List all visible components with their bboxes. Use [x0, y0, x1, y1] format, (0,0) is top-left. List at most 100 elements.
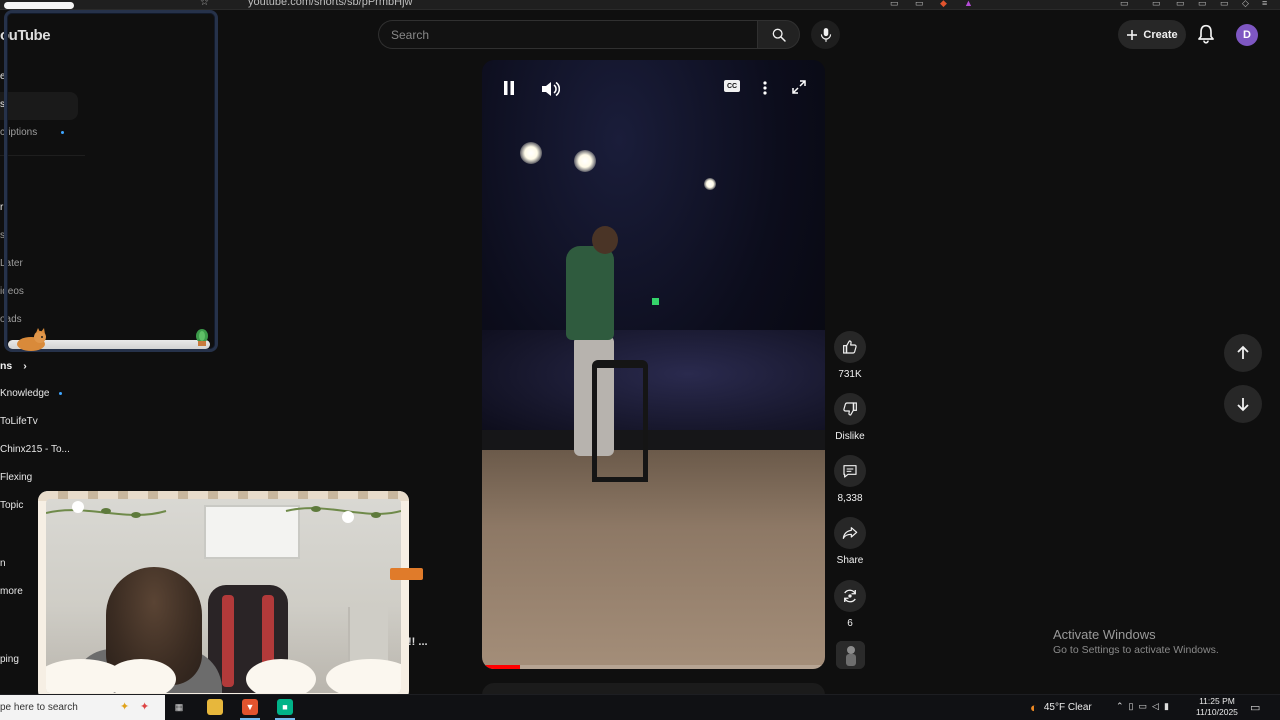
remix-button[interactable]	[834, 580, 866, 612]
tray-expand-icon[interactable]: ⌃	[1116, 701, 1124, 712]
brave-shield-icon[interactable]: ◆	[940, 0, 947, 9]
address-bar[interactable]: youtube.com/shorts/sb/pPrmbHjw	[248, 0, 412, 8]
channel-avatar-icon	[836, 641, 865, 669]
comments-action[interactable]: 8,338	[834, 455, 866, 504]
voice-search-button[interactable]	[811, 20, 840, 49]
create-label: Create	[1143, 28, 1178, 41]
shorts-player[interactable]: CC	[482, 60, 825, 669]
bookmark-icon[interactable]: ☆	[200, 0, 209, 8]
microphone-icon[interactable]: ▮	[1164, 701, 1169, 712]
tray-app-icon[interactable]: ▯	[1129, 701, 1134, 712]
comedian-head	[592, 226, 618, 254]
menu-icon[interactable]: ≡	[1262, 0, 1267, 8]
overlay-text: !! ...	[408, 636, 428, 648]
weather-icon: ◐	[1030, 700, 1038, 715]
gaming-chair-accent	[222, 595, 234, 687]
progress-track[interactable]	[482, 665, 825, 669]
pause-icon	[504, 81, 514, 95]
volume-button[interactable]	[540, 80, 560, 98]
share-action[interactable]: Share	[834, 517, 866, 566]
webcam-feed	[46, 499, 401, 693]
channel-item[interactable]: Flexing	[0, 472, 32, 483]
like-button[interactable]	[834, 331, 866, 363]
cat-sticker-icon	[17, 328, 46, 351]
speaker-icon[interactable]: ◁	[1152, 701, 1159, 712]
subscriptions-header[interactable]: ns ›	[0, 360, 27, 372]
arrow-up-icon	[1237, 345, 1249, 359]
more-options-button[interactable]	[762, 80, 768, 96]
remix-icon	[844, 589, 856, 603]
overlay-frame-decoration	[4, 2, 74, 9]
progress-bar[interactable]	[482, 665, 520, 669]
search-highlight-icon: ✦	[140, 701, 150, 713]
rewards-icon[interactable]: ▲	[964, 0, 973, 8]
system-tray[interactable]: ⌃ ▯ ▭ ◁ ▮	[1116, 701, 1169, 712]
network-icon[interactable]: ▭	[1139, 701, 1148, 712]
windows-taskbar: pe here to search ✦ ✦ ▦ ▼ ■ ◐ 45°F Clear…	[0, 694, 1280, 720]
show-more-item[interactable]: more	[0, 586, 23, 597]
taskbar-search-box[interactable]: pe here to search ✦ ✦	[0, 695, 165, 720]
like-action[interactable]: 731K	[834, 331, 866, 380]
search-button[interactable]	[757, 20, 800, 49]
plant-sticker-icon	[196, 329, 208, 346]
channel-item[interactable]: Knowledge	[0, 388, 63, 399]
sidebar-item-you[interactable]: r	[0, 202, 3, 213]
channel-item[interactable]: n	[0, 558, 6, 569]
extension-icon[interactable]: ▭	[890, 0, 899, 9]
account-avatar[interactable]: D	[1236, 24, 1258, 46]
microphone-icon	[820, 27, 831, 42]
search-highlight-icon: ✦	[120, 701, 130, 713]
brave-browser-icon[interactable]: ▼	[242, 699, 258, 715]
share-button[interactable]	[834, 517, 866, 549]
channel-item[interactable]: ToLifeTv	[0, 416, 38, 427]
more-vertical-icon	[763, 81, 767, 95]
taskbar-clock[interactable]: 11:25 PM 11/10/2025	[1196, 696, 1238, 718]
subscriptions-header-label: ns	[0, 360, 13, 372]
extension-icon[interactable]: ▭	[915, 0, 924, 9]
search-input[interactable]: Search	[378, 20, 758, 49]
file-explorer-icon[interactable]	[207, 699, 223, 715]
comments-button[interactable]	[834, 455, 866, 487]
task-view-icon[interactable]: ▦	[171, 699, 187, 715]
activate-windows-title: Activate Windows	[1053, 627, 1156, 642]
sidebar-item-shopping[interactable]: ping	[0, 654, 19, 665]
arrow-down-icon	[1237, 398, 1249, 412]
dislike-button[interactable]	[834, 393, 866, 425]
extension-icon[interactable]: ◇	[1242, 0, 1249, 9]
notifications-button[interactable]	[1196, 23, 1216, 50]
extension-icon[interactable]: ▭	[1198, 0, 1207, 9]
taskbar-search-text: pe here to search	[0, 702, 78, 713]
streaming-app-icon[interactable]: ■	[277, 699, 293, 715]
pause-button[interactable]	[502, 80, 516, 96]
overlay-tag	[390, 568, 423, 580]
channel-item[interactable]: Topic	[0, 500, 23, 511]
extension-icon[interactable]: ▭	[1120, 0, 1129, 9]
exit-sign	[652, 298, 659, 305]
video-audience	[482, 330, 825, 440]
bar-stool	[592, 360, 648, 482]
fullscreen-icon	[792, 80, 806, 94]
fullscreen-button[interactable]	[792, 80, 806, 94]
dislike-action[interactable]: Dislike	[834, 393, 866, 442]
extension-icon[interactable]: ▭	[1176, 0, 1185, 9]
sound-channel-thumbnail[interactable]	[836, 641, 865, 669]
next-short-button[interactable]	[1224, 385, 1262, 423]
search-icon	[772, 28, 786, 42]
weather-widget[interactable]: ◐ 45°F Clear	[1030, 700, 1092, 715]
captions-button[interactable]: CC	[724, 80, 740, 92]
notification-center-icon[interactable]: ▭	[1250, 701, 1260, 714]
extension-icon[interactable]: ▭	[1220, 0, 1229, 9]
thumbs-down-icon	[843, 402, 857, 416]
channel-name: Knowledge	[0, 388, 50, 399]
new-content-dot	[59, 391, 63, 395]
channel-item[interactable]: Chinx215 - To...	[0, 444, 70, 455]
remix-action[interactable]: 6	[834, 580, 866, 629]
extension-icon[interactable]: ▭	[1152, 0, 1161, 9]
previous-short-button[interactable]	[1224, 334, 1262, 372]
stage-light	[520, 142, 542, 164]
create-button[interactable]: Create	[1118, 20, 1186, 49]
share-label: Share	[836, 555, 864, 566]
volume-icon	[542, 81, 560, 97]
clock-date: 11/10/2025	[1196, 707, 1238, 717]
share-icon	[842, 527, 858, 539]
